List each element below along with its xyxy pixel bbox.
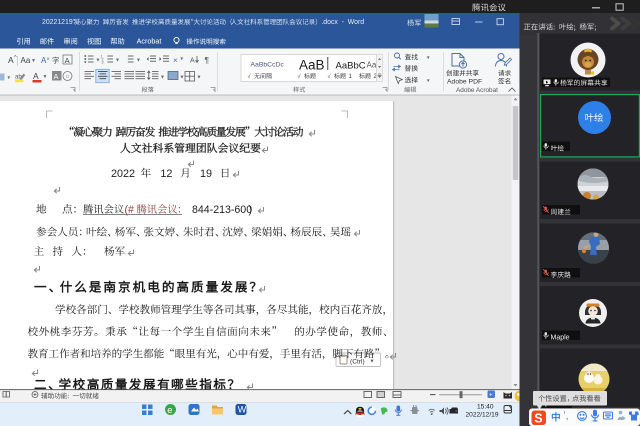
svg-text:▼: ▼ xyxy=(115,58,120,64)
svg-text:(#: (# xyxy=(125,204,135,216)
svg-text:ʼ,: ʼ, xyxy=(564,411,569,422)
svg-text:3: 3 xyxy=(102,61,104,65)
svg-text:▼: ▼ xyxy=(31,58,36,64)
svg-text:844-213-600: 844-213-600 xyxy=(192,204,252,216)
svg-text:▼: ▼ xyxy=(197,75,202,81)
svg-text:Aa: Aa xyxy=(21,56,31,65)
svg-text:^: ^ xyxy=(14,55,17,61)
svg-text:▼: ▼ xyxy=(180,56,184,61)
svg-text:S: S xyxy=(534,412,542,426)
svg-text:AaBbCcDc: AaBbCcDc xyxy=(251,62,285,69)
svg-text:A: A xyxy=(65,56,70,65)
svg-text:▼: ▼ xyxy=(136,58,141,64)
svg-text:▼: ▼ xyxy=(370,359,375,365)
svg-text:▼: ▼ xyxy=(426,78,430,83)
svg-text:19: 19 xyxy=(200,168,212,180)
svg-text:12: 12 xyxy=(160,168,172,180)
svg-text:15:40: 15:40 xyxy=(477,403,494,410)
svg-text:Acrobat: Acrobat xyxy=(137,37,162,46)
svg-text:▼: ▼ xyxy=(43,74,48,80)
svg-text:.docx - Word: .docx - Word xyxy=(321,19,364,26)
svg-text:▼: ▼ xyxy=(426,55,430,60)
svg-text:2022/12/19: 2022/12/19 xyxy=(465,411,498,418)
svg-text:AaB: AaB xyxy=(299,58,325,73)
svg-text:▼: ▼ xyxy=(180,75,185,81)
svg-text:A: A xyxy=(33,71,39,81)
svg-text:Adobe Acrobat: Adobe Acrobat xyxy=(456,87,498,94)
svg-text:A: A xyxy=(190,58,195,65)
svg-text:2022: 2022 xyxy=(111,168,135,180)
svg-text:+: + xyxy=(489,393,493,399)
svg-text:20221219": 20221219" xyxy=(42,19,76,26)
svg-text:×: × xyxy=(173,56,178,65)
svg-text:AaBbC: AaBbC xyxy=(336,60,366,71)
svg-text:▼: ▼ xyxy=(7,75,11,80)
svg-text:W: W xyxy=(238,405,247,415)
svg-text:): ) xyxy=(249,204,253,216)
svg-text:Adobe PDF: Adobe PDF xyxy=(447,79,482,86)
svg-text:(Ctrl): (Ctrl) xyxy=(350,358,365,365)
svg-text:¶: ¶ xyxy=(205,55,210,65)
svg-text:A: A xyxy=(54,72,59,81)
svg-text:Maple: Maple xyxy=(551,334,570,341)
svg-text:▼: ▼ xyxy=(160,75,165,81)
svg-text:○: ○ xyxy=(66,74,70,81)
svg-text:e: e xyxy=(167,405,172,416)
